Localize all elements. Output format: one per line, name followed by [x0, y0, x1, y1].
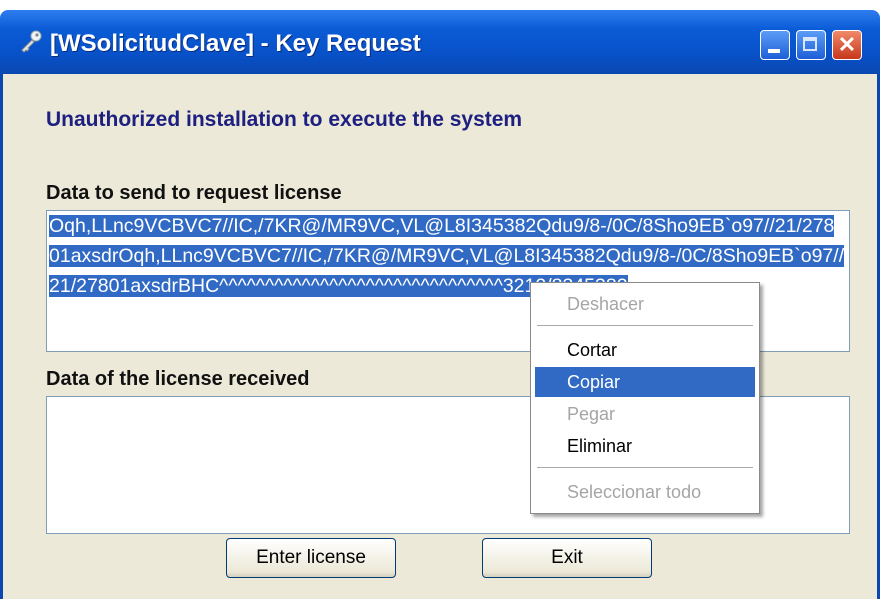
menu-separator — [537, 325, 753, 326]
menu-item-eliminar[interactable]: Eliminar — [535, 431, 755, 461]
minimize-button[interactable] — [760, 30, 790, 60]
maximize-button[interactable] — [796, 30, 826, 60]
key-request-window: [WSolicitudClave] - Key Request ✕ Unauth… — [0, 0, 880, 599]
unauthorized-message: Unauthorized installation to execute the… — [46, 108, 523, 131]
close-icon: ✕ — [837, 32, 857, 57]
title-bar[interactable]: [WSolicitudClave] - Key Request ✕ — [0, 10, 880, 74]
close-button[interactable]: ✕ — [832, 30, 862, 60]
exit-button[interactable]: Exit — [482, 538, 652, 578]
request-data-label: Data to send to request license — [46, 182, 342, 204]
context-menu: Deshacer Cortar Copiar Pegar Eliminar Se… — [530, 282, 760, 514]
received-license-label: Data of the license received — [46, 368, 310, 390]
minimize-icon — [768, 49, 780, 53]
key-icon — [21, 30, 42, 53]
enter-license-button[interactable]: Enter license — [226, 538, 396, 578]
maximize-icon — [803, 37, 817, 51]
menu-item-deshacer[interactable]: Deshacer — [535, 289, 755, 319]
menu-item-pegar[interactable]: Pegar — [535, 399, 755, 429]
menu-item-copiar[interactable]: Copiar — [535, 367, 755, 397]
menu-item-seleccionar-todo[interactable]: Seleccionar todo — [535, 477, 755, 507]
window-title: [WSolicitudClave] - Key Request — [50, 30, 421, 57]
menu-separator — [537, 467, 753, 468]
menu-item-cortar[interactable]: Cortar — [535, 335, 755, 365]
